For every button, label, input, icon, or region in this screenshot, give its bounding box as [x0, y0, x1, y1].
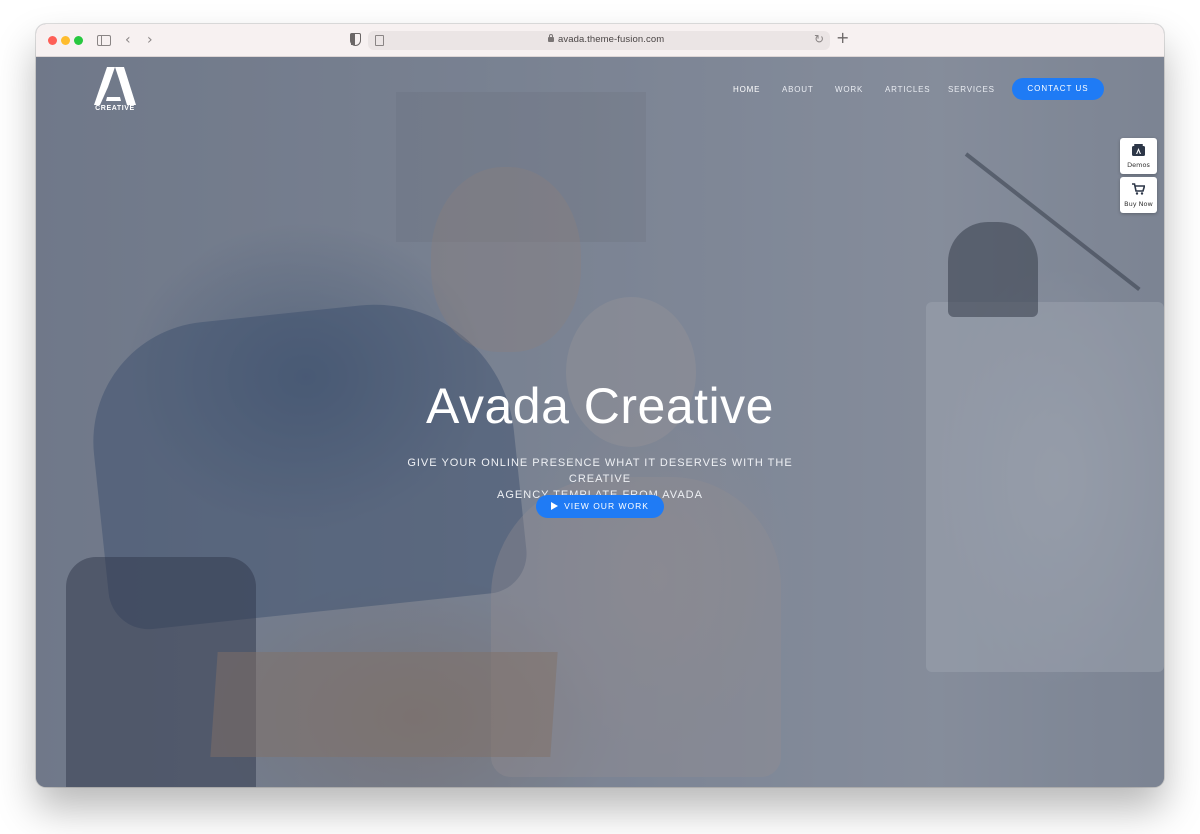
view-our-work-button[interactable]: VIEW OUR WORK	[536, 495, 664, 518]
demos-label: Demos	[1127, 161, 1150, 169]
nav-articles[interactable]: ARTICLES	[885, 85, 930, 94]
hero-subtitle-line-1: GIVE YOUR ONLINE PRESENCE WHAT IT DESERV…	[407, 457, 793, 485]
forward-arrow-icon[interactable]: ›	[147, 32, 153, 48]
browser-toolbar: ‹ › avada.theme-fusion.com ↻ +	[36, 24, 1164, 57]
web-page: CREATIVE HOME ABOUT WORK ARTICLES SERVIC…	[36, 57, 1164, 787]
hero-title: Avada Creative	[426, 378, 774, 434]
back-arrow-icon[interactable]: ‹	[125, 32, 131, 48]
sidebar-toggle-icon[interactable]	[97, 35, 111, 46]
page-icon	[375, 35, 384, 46]
view-our-work-label: VIEW OUR WORK	[564, 501, 649, 511]
new-tab-icon[interactable]: +	[836, 30, 849, 46]
demos-icon	[1132, 144, 1145, 156]
url-text[interactable]: avada.theme-fusion.com	[558, 34, 664, 45]
demos-widget[interactable]: Demos	[1120, 138, 1157, 174]
address-bar[interactable]: avada.theme-fusion.com ↻	[368, 31, 830, 50]
privacy-shield-icon[interactable]	[350, 33, 361, 46]
contact-us-button[interactable]: CONTACT US	[1012, 78, 1104, 100]
reload-icon[interactable]: ↻	[814, 32, 824, 46]
nav-home[interactable]: HOME	[733, 85, 760, 94]
play-icon	[551, 502, 559, 510]
minimize-window-button[interactable]	[61, 36, 70, 45]
logo-wordmark: CREATIVE	[95, 105, 135, 112]
close-window-button[interactable]	[48, 36, 57, 45]
maximize-window-button[interactable]	[74, 36, 83, 45]
buy-now-widget[interactable]: Buy Now	[1120, 177, 1157, 213]
nav-services[interactable]: SERVICES	[948, 85, 995, 94]
nav-about[interactable]: ABOUT	[782, 85, 814, 94]
nav-work[interactable]: WORK	[835, 85, 863, 94]
lock-icon	[548, 34, 554, 42]
browser-window: ‹ › avada.theme-fusion.com ↻ + CREATIVE …	[36, 24, 1164, 787]
shopping-cart-icon	[1132, 183, 1145, 195]
buy-now-label: Buy Now	[1124, 200, 1153, 208]
